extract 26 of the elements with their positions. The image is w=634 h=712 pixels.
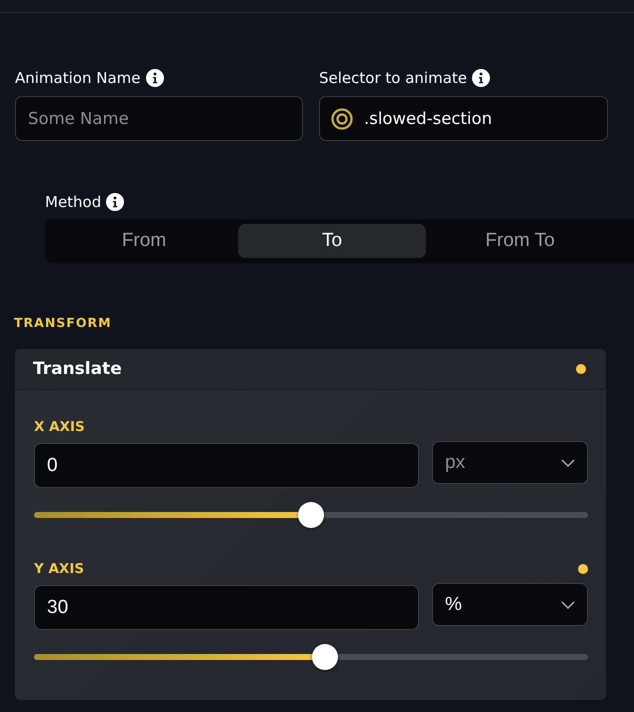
value-field[interactable]: 30 bbox=[34, 585, 419, 630]
field-label: Animation Name bbox=[15, 69, 140, 87]
field-label: Method bbox=[45, 193, 102, 211]
axis-label: Y AXIS bbox=[34, 561, 84, 577]
slider[interactable] bbox=[34, 502, 588, 528]
axis-label: X AXIS bbox=[34, 419, 85, 435]
method-tab[interactable]: From To bbox=[426, 224, 614, 258]
unit-select[interactable]: % bbox=[432, 583, 588, 626]
target-icon bbox=[331, 108, 353, 130]
info-icon bbox=[106, 193, 124, 211]
card-title: Translate bbox=[33, 359, 122, 379]
selector-field[interactable]: .slowed-section bbox=[319, 96, 608, 141]
slider-thumb[interactable] bbox=[298, 502, 324, 528]
field-label: Selector to animate bbox=[319, 69, 467, 87]
info-icon bbox=[146, 69, 164, 87]
method-tab[interactable]: To bbox=[238, 224, 426, 258]
method-tab[interactable]: From bbox=[50, 224, 238, 258]
chevron-icon bbox=[561, 458, 575, 466]
value-field[interactable]: 0 bbox=[34, 443, 419, 488]
section-title: TRANSFORM bbox=[14, 315, 113, 330]
text-field[interactable]: Some Name bbox=[15, 96, 303, 141]
slider-thumb[interactable] bbox=[312, 644, 338, 670]
slider[interactable] bbox=[34, 644, 588, 670]
info-icon bbox=[472, 69, 490, 87]
unit-select[interactable]: px bbox=[432, 441, 588, 484]
chevron-icon bbox=[561, 600, 575, 608]
